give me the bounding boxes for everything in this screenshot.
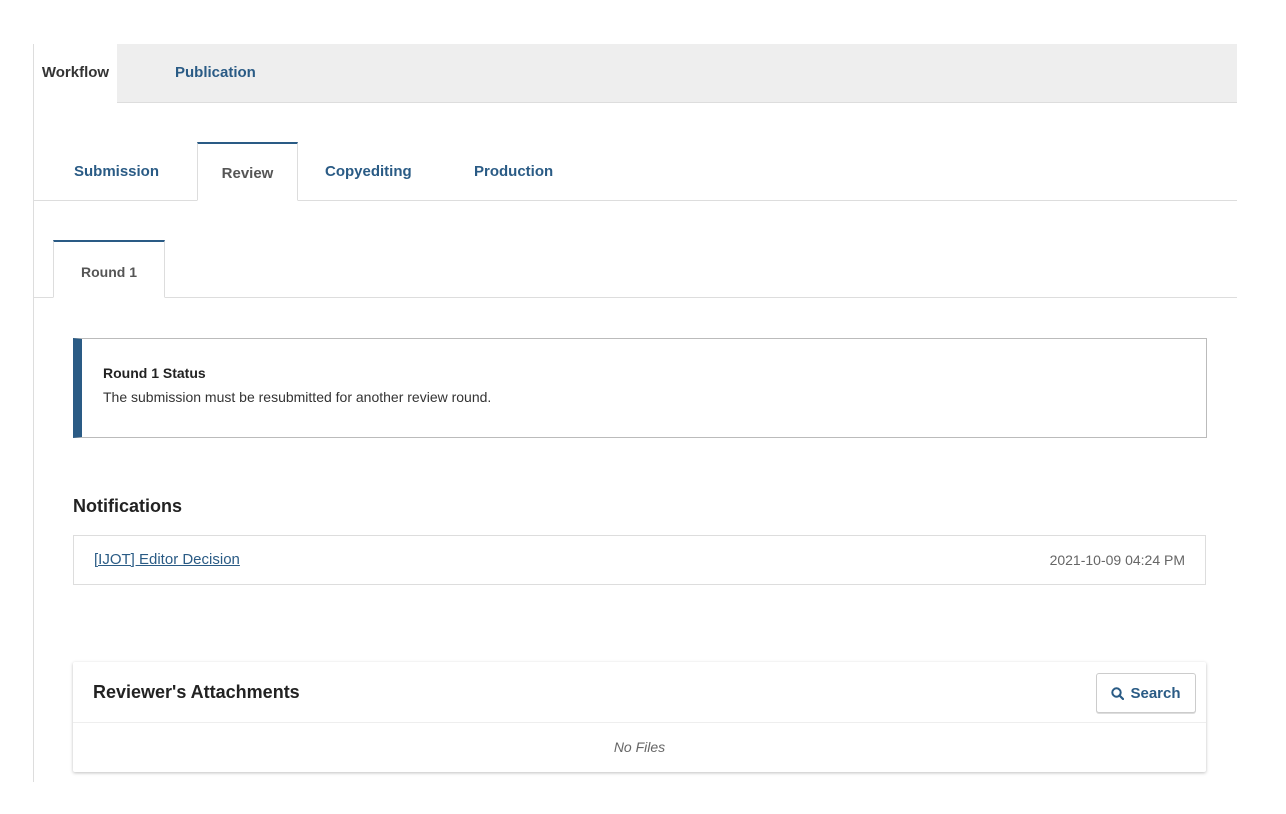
notification-row: [IJOT] Editor Decision 2021-10-09 04:24 … xyxy=(73,535,1206,585)
search-button[interactable]: Search xyxy=(1096,673,1196,713)
workflow-panel: Workflow Publication Submission Review C… xyxy=(33,44,1237,782)
notification-date: 2021-10-09 04:24 PM xyxy=(1049,552,1185,568)
tab-review[interactable]: Review xyxy=(197,142,298,201)
notification-link[interactable]: [IJOT] Editor Decision xyxy=(94,551,240,568)
search-button-label: Search xyxy=(1130,684,1181,702)
tab-submission[interactable]: Submission xyxy=(74,142,159,200)
attachments-header: Reviewer's Attachments Search xyxy=(73,662,1206,723)
top-tab-bar: Workflow Publication xyxy=(34,44,1237,103)
attachments-empty-text: No Files xyxy=(613,739,666,755)
tab-round-1[interactable]: Round 1 xyxy=(53,240,165,298)
notifications-heading: Notifications xyxy=(73,496,183,516)
round-status-title: Round 1 Status xyxy=(103,365,206,381)
attachments-title: Reviewer's Attachments xyxy=(93,682,300,702)
tab-copyediting[interactable]: Copyediting xyxy=(325,142,412,200)
round-status-box: Round 1 Status The submission must be re… xyxy=(73,338,1207,438)
search-icon xyxy=(1111,686,1125,700)
reviewer-attachments-panel: Reviewer's Attachments Search No Files xyxy=(73,662,1206,772)
tab-workflow[interactable]: Workflow xyxy=(34,44,117,103)
tab-production[interactable]: Production xyxy=(474,142,553,200)
round-status-text: The submission must be resubmitted for a… xyxy=(103,389,492,405)
tab-publication[interactable]: Publication xyxy=(158,44,273,102)
stage-tab-bar: Submission Review Copyediting Production xyxy=(34,142,1237,201)
round-tab-bar: Round 1 xyxy=(34,240,1237,298)
